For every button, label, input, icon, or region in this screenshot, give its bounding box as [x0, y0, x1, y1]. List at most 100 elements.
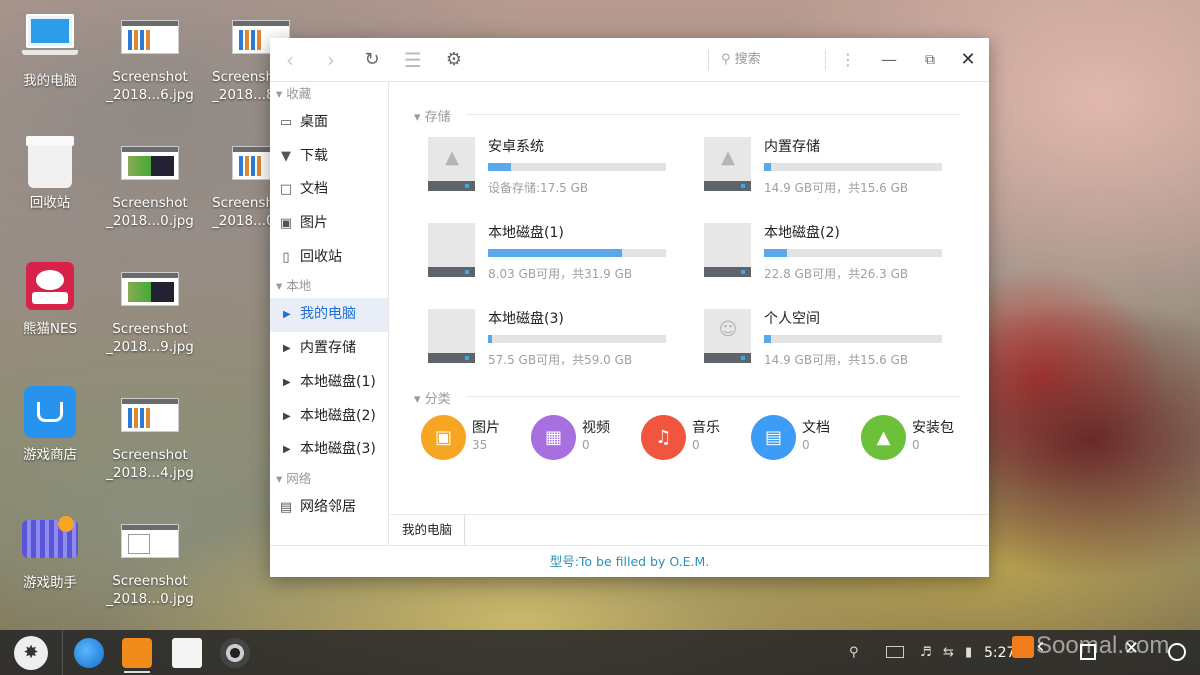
drive-base — [704, 267, 751, 277]
category-item[interactable]: ▣ 图片 35 — [421, 415, 531, 465]
network-arrows-icon[interactable]: ⇆ — [943, 644, 954, 662]
sidebar-item-label: 本地磁盘(2) — [300, 407, 376, 424]
sidebar-item-pictures[interactable]: ▣ 图片 — [270, 207, 388, 241]
browser-icon[interactable] — [74, 638, 104, 668]
category-label: 文档 — [802, 420, 830, 436]
battery-icon[interactable]: ▮ — [965, 644, 972, 662]
drive-item[interactable]: 本地磁盘(1) 8.03 GB可用，共31.9 GB — [428, 218, 688, 294]
usage-bar — [764, 163, 942, 171]
sidebar-item-label: 内置存储 — [300, 340, 356, 357]
forward-arrow-icon[interactable]: › — [319, 48, 343, 72]
desktop-file-screenshot[interactable]: Screenshot _2018...4.jpg — [102, 392, 198, 482]
disk-icon — [428, 223, 475, 277]
list-view-icon[interactable]: ☰ — [401, 48, 425, 72]
nav-close-icon[interactable]: ✕ — [1124, 640, 1139, 658]
sidebar-item-local-disk-3[interactable]: ▶ 本地磁盘(3) — [270, 433, 388, 467]
drive-name: 本地磁盘(2) — [764, 225, 840, 241]
restore-icon[interactable]: ⧉ — [918, 48, 942, 72]
sidebar-item-my-computer[interactable]: ▶ 我的电脑 — [270, 298, 388, 333]
close-icon[interactable]: ✕ — [956, 48, 980, 72]
desktop-icon-recycle-bin[interactable]: 回收站 — [2, 136, 98, 212]
file-name-line2: _2018...9.jpg — [106, 339, 194, 355]
sidebar-item-downloads[interactable]: ▼ 下载 — [270, 140, 388, 174]
drive-item[interactable]: 本地磁盘(3) 57.5 GB可用，共59.0 GB — [428, 304, 688, 380]
refresh-icon[interactable]: ↻ — [360, 48, 384, 72]
category-count: 35 — [472, 438, 488, 452]
desktop-icon-label: 回收站 — [29, 195, 71, 211]
usage-fill — [488, 163, 512, 171]
sidebar-item-internal-storage[interactable]: ▶ 内置存储 — [270, 332, 388, 366]
sidebar-section-favorites[interactable]: ▾ 收藏 — [270, 82, 388, 106]
drive-glyph: ▲ — [445, 147, 459, 168]
desktop-icon-game-store[interactable]: 游戏商店 — [2, 386, 98, 464]
usage-fill — [764, 249, 788, 257]
drive-info: 57.5 GB可用，共59.0 GB — [488, 353, 633, 367]
file-name-line2: _2018...6.jpg — [106, 87, 194, 103]
search-input[interactable]: ⚲ 搜索 — [708, 50, 826, 70]
taskbar: ✸ ⚲ ♬ ⇆ ▮ 5:27 Soomal.com ‹ ✕ — [0, 630, 1200, 675]
category-header: ▾ 分类 — [414, 392, 451, 407]
drive-name: 本地磁盘(3) — [488, 311, 564, 327]
category-item[interactable]: ▦ 视频 0 — [531, 415, 641, 465]
settings-icon[interactable] — [220, 638, 250, 668]
category-item[interactable]: ♫ 音乐 0 — [641, 415, 751, 465]
drive-item[interactable]: 本地磁盘(2) 22.8 GB可用，共26.3 GB — [704, 218, 964, 294]
expand-arrow-icon[interactable]: ▶ — [283, 433, 291, 466]
desktop-file-screenshot[interactable]: Screenshot _2018...0.jpg — [102, 140, 198, 230]
sidebar-item-label: 网络邻居 — [300, 498, 356, 515]
category-count: 0 — [582, 438, 590, 452]
nav-home-icon[interactable] — [1168, 643, 1186, 661]
back-arrow-icon[interactable]: ‹ — [278, 48, 302, 72]
drive-item[interactable]: ☺ 个人空间 14.9 GB可用，共15.6 GB — [704, 304, 964, 380]
volume-icon[interactable]: ♬ — [920, 644, 932, 662]
sidebar-section-local[interactable]: ▾ 本地 — [270, 274, 388, 298]
drive-item[interactable]: ▲ 内置存储 14.9 GB可用，共15.6 GB — [704, 132, 964, 208]
desktop-icon-my-computer[interactable]: 我的电脑 — [2, 14, 98, 90]
desktop-icon-label: 我的电脑 — [23, 73, 77, 89]
drive-item[interactable]: ▲ 安卓系统 设备存储:17.5 GB — [428, 132, 688, 208]
desktop-icon-label: 熊猫NES — [22, 321, 78, 337]
desktop-file-screenshot[interactable]: Screenshot _2018...0.jpg — [102, 518, 198, 608]
clock[interactable]: 5:27 — [984, 644, 1015, 662]
sidebar-item-desktop[interactable]: ▭ 桌面 — [270, 106, 388, 140]
sidebar-item-local-disk-1[interactable]: ▶ 本地磁盘(1) — [270, 366, 388, 400]
sidebar-item-recycle-bin[interactable]: ▯ 回收站 — [270, 241, 388, 275]
category-item[interactable]: ▲ 安装包 0 — [861, 415, 971, 465]
desktop-icon-game-assistant[interactable]: 游戏助手 — [2, 516, 98, 592]
category-count: 0 — [912, 438, 920, 452]
image-icon: ▣ — [421, 415, 466, 460]
sidebar-item-local-disk-2[interactable]: ▶ 本地磁盘(2) — [270, 400, 388, 434]
trash-icon: ▯ — [282, 249, 290, 265]
nav-back-icon[interactable]: ‹ — [1036, 636, 1045, 658]
gear-icon[interactable]: ⚙ — [442, 48, 466, 72]
drive-name: 内置存储 — [764, 139, 820, 155]
keyboard-icon[interactable] — [886, 646, 904, 658]
divider — [466, 396, 960, 397]
expand-arrow-icon[interactable]: ▶ — [283, 366, 291, 399]
desktop-file-screenshot[interactable]: Screenshot _2018...6.jpg — [102, 14, 198, 104]
expand-arrow-icon[interactable]: ▶ — [283, 400, 291, 433]
drive-name: 个人空间 — [764, 311, 820, 327]
video-icon: ▦ — [531, 415, 576, 460]
expand-arrow-icon[interactable]: ▶ — [283, 298, 291, 331]
more-vertical-icon[interactable]: ⋮ — [836, 48, 860, 72]
search-icon[interactable]: ⚲ — [849, 644, 859, 662]
minimize-icon[interactable]: — — [877, 48, 901, 72]
sidebar-item-label: 文档 — [300, 181, 328, 198]
desktop-file-screenshot[interactable]: Screenshot _2018...9.jpg — [102, 266, 198, 356]
desktop-icon-panda-nes[interactable]: 熊猫NES — [2, 262, 98, 338]
expand-arrow-icon[interactable]: ▶ — [283, 332, 291, 365]
watermark-logo — [1012, 636, 1034, 658]
nav-recents-icon[interactable] — [1080, 644, 1096, 660]
drive-base — [428, 353, 475, 363]
start-menu-icon[interactable]: ✸ — [14, 636, 48, 670]
sidebar-section-network[interactable]: ▾ 网络 — [270, 467, 388, 491]
sidebar-item-documents[interactable]: □ 文档 — [270, 173, 388, 207]
file-manager-icon[interactable] — [122, 638, 152, 668]
category-item[interactable]: ▤ 文档 0 — [751, 415, 861, 465]
sidebar-item-network-neighborhood[interactable]: ▤ 网络邻居 — [270, 491, 388, 525]
file-icon: ▤ — [751, 415, 796, 460]
breadcrumb-item[interactable]: 我的电脑 — [390, 515, 466, 545]
notes-icon[interactable] — [172, 638, 202, 668]
user-icon: ☺ — [704, 309, 751, 363]
